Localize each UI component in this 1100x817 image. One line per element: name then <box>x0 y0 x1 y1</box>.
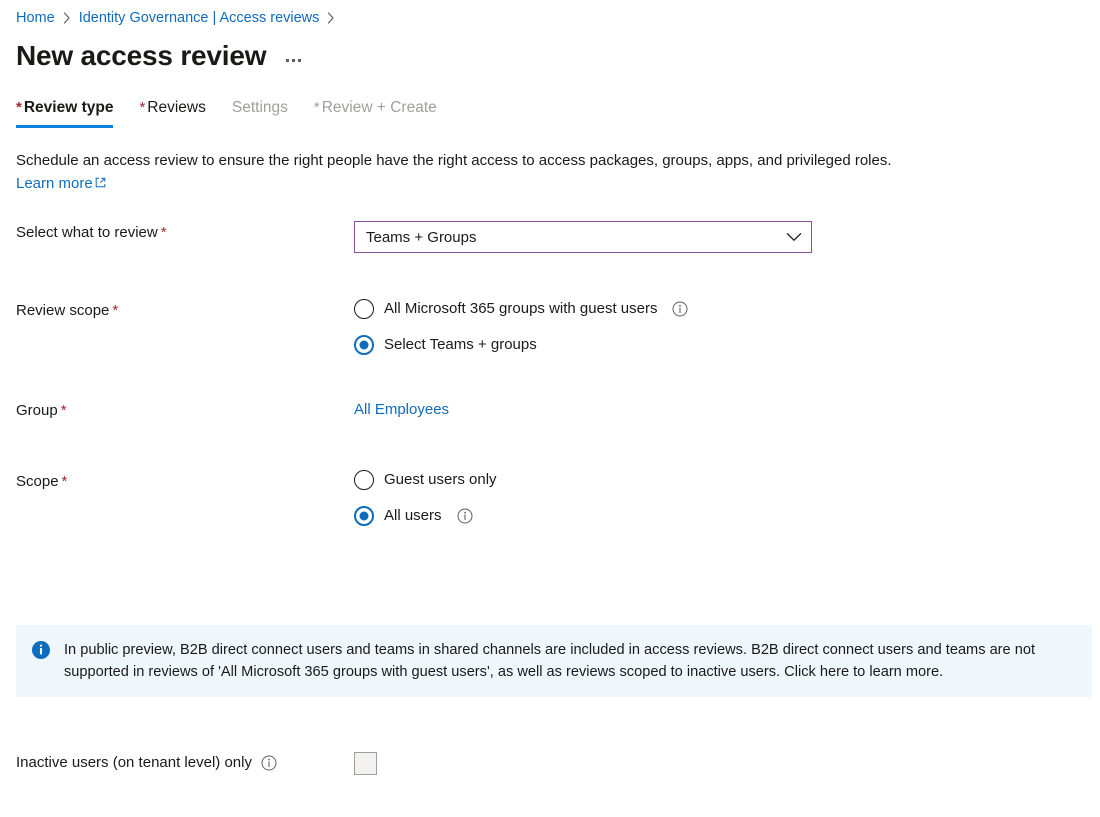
tab-review-create-label: Review + Create <box>322 99 437 116</box>
required-asterisk: * <box>314 99 320 116</box>
group-label: Group* <box>16 399 354 422</box>
field-review-scope: Review scope* All Microsoft 365 groups w… <box>16 299 1100 355</box>
external-link-icon <box>95 173 106 195</box>
breadcrumb: Home Identity Governance | Access review… <box>0 0 1100 28</box>
review-scope-field: All Microsoft 365 groups with guest user… <box>354 299 1100 355</box>
tab-review-create[interactable]: *Review + Create <box>314 97 437 128</box>
info-icon <box>32 641 50 664</box>
info-icon[interactable] <box>457 508 473 524</box>
chevron-right-icon-2 <box>327 12 335 24</box>
radio-mark <box>354 335 374 355</box>
info-icon[interactable] <box>261 755 277 771</box>
select-what-to-review-value: Teams + Groups <box>366 229 476 246</box>
required-asterisk: * <box>139 99 145 116</box>
ellipsis-dot-1 <box>286 59 289 62</box>
select-what-to-review-label-text: Select what to review <box>16 224 158 241</box>
chevron-down-icon <box>786 229 802 246</box>
inactive-users-label: Inactive users (on tenant level) only <box>16 752 354 774</box>
required-asterisk: * <box>112 302 118 319</box>
breadcrumb-item-identity-governance[interactable]: Identity Governance | Access reviews <box>79 8 320 28</box>
scope-label: Scope* <box>16 470 354 493</box>
radio-mark <box>354 470 374 490</box>
inactive-users-label-text: Inactive users (on tenant level) only <box>16 754 252 771</box>
breadcrumb-item-home[interactable]: Home <box>16 8 55 28</box>
review-scope-label: Review scope* <box>16 299 354 322</box>
field-scope: Scope* Guest users only All users <box>16 470 1100 526</box>
description-text: Schedule an access review to ensure the … <box>16 150 1084 172</box>
page-title: New access review <box>16 39 266 73</box>
page-header: New access review <box>0 28 1100 78</box>
tab-reviews[interactable]: *Reviews <box>139 97 205 128</box>
field-group: Group* All Employees <box>16 399 1100 422</box>
radio-all-m365-groups-with-guest-users[interactable]: All Microsoft 365 groups with guest user… <box>354 299 1100 319</box>
select-what-to-review-label: Select what to review* <box>16 221 354 244</box>
more-commands-button[interactable] <box>282 53 305 68</box>
required-asterisk: * <box>61 402 67 419</box>
radio-mark <box>354 299 374 319</box>
chevron-right-icon <box>63 12 71 24</box>
learn-more-link[interactable]: Learn more <box>16 173 106 195</box>
tab-review-type-label: Review type <box>24 99 114 116</box>
scope-radio-group: Guest users only All users <box>354 470 1100 526</box>
review-scope-label-text: Review scope <box>16 302 109 319</box>
info-banner-text: In public preview, B2B direct connect us… <box>64 639 1078 683</box>
tab-review-type[interactable]: *Review type <box>16 97 113 128</box>
ellipsis-dot-3 <box>298 59 301 62</box>
tab-settings-label: Settings <box>232 99 288 116</box>
scope-field: Guest users only All users <box>354 470 1100 526</box>
required-asterisk: * <box>62 473 68 490</box>
inactive-users-checkbox[interactable] <box>354 752 377 775</box>
review-type-form: Select what to review* Teams + Groups Re… <box>0 221 1100 526</box>
wizard-tabs: *Review type *Reviews Settings *Review +… <box>0 92 1100 128</box>
tab-reviews-label: Reviews <box>147 99 206 116</box>
radio-label: Select Teams + groups <box>384 335 537 355</box>
group-field: All Employees <box>354 399 1100 421</box>
group-selected-link[interactable]: All Employees <box>354 399 449 421</box>
radio-guest-users-only[interactable]: Guest users only <box>354 470 1100 490</box>
required-asterisk: * <box>161 224 167 241</box>
review-scope-radio-group: All Microsoft 365 groups with guest user… <box>354 299 1100 355</box>
select-what-to-review-dropdown[interactable]: Teams + Groups <box>354 221 812 253</box>
group-label-text: Group <box>16 402 58 419</box>
field-inactive-users: Inactive users (on tenant level) only <box>16 752 716 775</box>
info-icon[interactable] <box>672 301 688 317</box>
radio-label: All Microsoft 365 groups with guest user… <box>384 299 657 319</box>
radio-label: Guest users only <box>384 470 497 490</box>
ellipsis-dot-2 <box>292 59 295 62</box>
page-description: Schedule an access review to ensure the … <box>0 128 1100 195</box>
radio-mark <box>354 506 374 526</box>
scope-label-text: Scope <box>16 473 59 490</box>
field-select-what-to-review: Select what to review* Teams + Groups <box>16 221 1100 253</box>
radio-all-users[interactable]: All users <box>354 506 1100 526</box>
required-asterisk: * <box>16 99 22 116</box>
radio-label: All users <box>384 506 442 526</box>
radio-select-teams-and-groups[interactable]: Select Teams + groups <box>354 335 1100 355</box>
info-banner: In public preview, B2B direct connect us… <box>16 625 1092 697</box>
learn-more-label: Learn more <box>16 173 93 195</box>
tab-settings[interactable]: Settings <box>232 97 288 128</box>
select-what-to-review-field: Teams + Groups <box>354 221 1100 253</box>
